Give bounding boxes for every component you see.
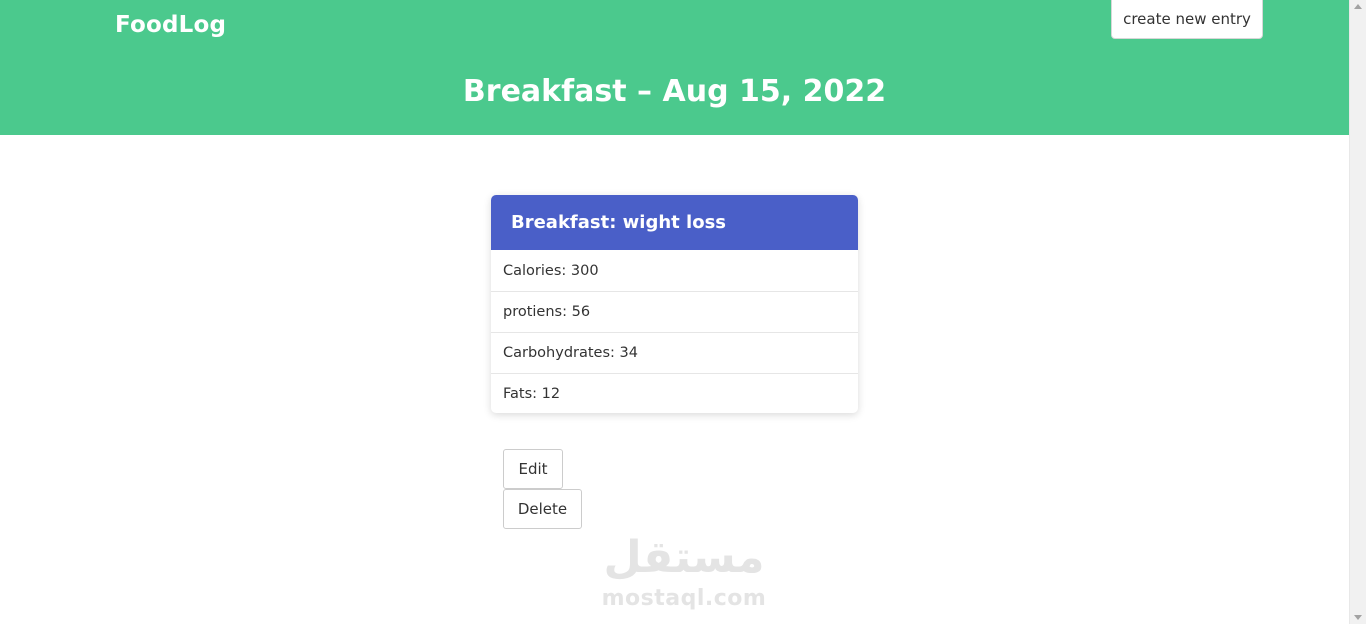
vertical-scrollbar[interactable] [1349,0,1366,624]
edit-button[interactable]: Edit [503,449,563,489]
brand-logo[interactable]: FoodLog [115,12,226,38]
nutrition-row-calories: Calories: 300 [503,262,599,279]
create-new-entry-button[interactable]: create new entry [1111,0,1263,39]
meal-card: Breakfast: wight loss Calories: 300 prot… [491,195,858,413]
card-title: Breakfast: wight loss [491,195,858,250]
nutrition-row-fats: Fats: 12 [491,373,858,413]
page: FoodLog create new entry Breakfast – Aug… [0,0,1349,624]
scroll-up-arrow-icon[interactable] [1354,4,1362,9]
delete-button[interactable]: Delete [503,489,582,529]
site-header: FoodLog create new entry Breakfast – Aug… [0,0,1349,135]
nutrition-row-proteins: protiens: 56 [491,291,858,332]
scroll-down-arrow-icon[interactable] [1354,615,1362,620]
watermark: مستقل mostaql.com [600,528,768,618]
browser-viewport: FoodLog create new entry Breakfast – Aug… [0,0,1366,624]
watermark-latin: mostaql.com [601,586,767,611]
page-title: Breakfast – Aug 15, 2022 [462,74,887,109]
nutrition-row-carbohydrates: Carbohydrates: 34 [491,332,858,373]
nutrition-list: Calories: 300 protiens: 56 Carbohydrates… [491,250,858,413]
watermark-arabic: مستقل [603,532,765,583]
